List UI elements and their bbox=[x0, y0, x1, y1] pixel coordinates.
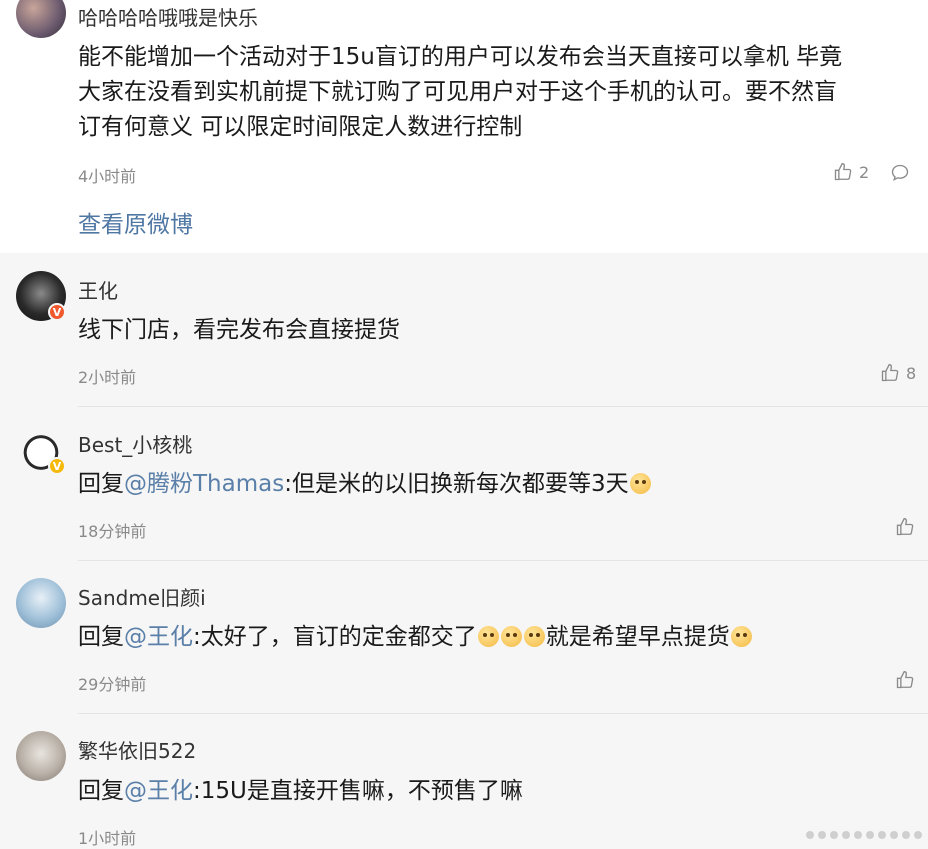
like-count: 2 bbox=[859, 162, 870, 182]
avatar[interactable] bbox=[16, 578, 66, 628]
reply-body: :但是米的以旧换新每次都要等3天 bbox=[284, 471, 629, 497]
timestamp: 1小时前 bbox=[78, 829, 137, 848]
reply-body: 线下门店，看完发布会直接提货 bbox=[78, 317, 400, 343]
emoji-face-icon bbox=[730, 626, 752, 647]
divider bbox=[78, 713, 928, 714]
view-original-link[interactable]: 查看原微博 bbox=[78, 205, 193, 239]
thumbs-up-icon bbox=[896, 670, 914, 689]
like-count: 8 bbox=[906, 363, 917, 383]
reply-text: 线下门店，看完发布会直接提货 bbox=[78, 313, 400, 348]
reply-body: :15U是直接开售嘛，不预售了嘛 bbox=[193, 778, 523, 804]
mention-link[interactable]: @腾粉Thamas bbox=[124, 471, 284, 497]
username[interactable]: 王化 bbox=[78, 275, 118, 304]
timestamp: 2小时前 bbox=[78, 368, 137, 387]
comment-text-line: 能不能增加一个活动对于15u盲订的用户可以发布会当天直接可以拿机 毕竟 bbox=[78, 44, 843, 70]
original-comment: 哈哈哈哈哦哦是快乐 能不能增加一个活动对于15u盲订的用户可以发布会当天直接可以… bbox=[0, 0, 928, 253]
reply-prefix: 回复 bbox=[78, 471, 124, 497]
reply-text: 回复@腾粉Thamas:但是米的以旧换新每次都要等3天 bbox=[78, 467, 652, 502]
reply-body-continued: 就是希望早点提货 bbox=[545, 624, 730, 650]
username[interactable]: 繁华依旧522 bbox=[78, 735, 196, 764]
timestamp: 29分钟前 bbox=[78, 675, 147, 694]
verified-badge: V bbox=[48, 457, 66, 475]
timestamp: 4小时前 bbox=[78, 167, 137, 186]
page-dots bbox=[806, 831, 922, 839]
thumbs-up-icon bbox=[881, 363, 899, 382]
mention-link[interactable]: @王化 bbox=[124, 624, 193, 650]
reply-prefix: 回复 bbox=[78, 778, 124, 804]
replies-section: V 王化 线下门店，看完发布会直接提货 2小时前 8 V Best_小核桃 回复… bbox=[0, 253, 928, 849]
comment-icon[interactable] bbox=[890, 163, 910, 183]
like-button[interactable]: 2 bbox=[833, 162, 869, 182]
comment-text-line: 大家在没看到实机前提下就订购了可见用户对于这个手机的认可。要不然盲 bbox=[78, 79, 837, 105]
divider bbox=[78, 560, 928, 561]
divider bbox=[78, 406, 928, 407]
reply-text: 回复@王化:太好了，盲订的定金都交了 就是希望早点提货 bbox=[78, 620, 753, 655]
emoji-face-icon bbox=[523, 626, 545, 647]
comment-text-line: 订有何意义 可以限定时间限定人数进行控制 bbox=[78, 114, 523, 140]
like-button[interactable] bbox=[895, 670, 915, 690]
reply-prefix: 回复 bbox=[78, 624, 124, 650]
thumbs-up-icon bbox=[834, 162, 852, 181]
emoji-face-icon bbox=[500, 626, 522, 647]
reply-body: :太好了，盲订的定金都交了 bbox=[193, 624, 477, 650]
emoji-face-icon bbox=[477, 626, 499, 647]
like-button[interactable] bbox=[895, 517, 915, 537]
timestamp: 18分钟前 bbox=[78, 522, 147, 541]
reply-text: 回复@王化:15U是直接开售嘛，不预售了嘛 bbox=[78, 774, 523, 809]
username[interactable]: 哈哈哈哈哦哦是快乐 bbox=[78, 2, 258, 31]
avatar[interactable] bbox=[16, 0, 66, 38]
verified-badge: V bbox=[48, 303, 66, 321]
mention-link[interactable]: @王化 bbox=[124, 778, 193, 804]
username[interactable]: Sandme旧颜i bbox=[78, 582, 206, 611]
like-button[interactable]: 8 bbox=[880, 363, 916, 383]
emoji-face-icon bbox=[629, 473, 651, 494]
thumbs-up-icon bbox=[896, 517, 914, 536]
avatar[interactable] bbox=[16, 731, 66, 781]
username[interactable]: Best_小核桃 bbox=[78, 429, 192, 458]
